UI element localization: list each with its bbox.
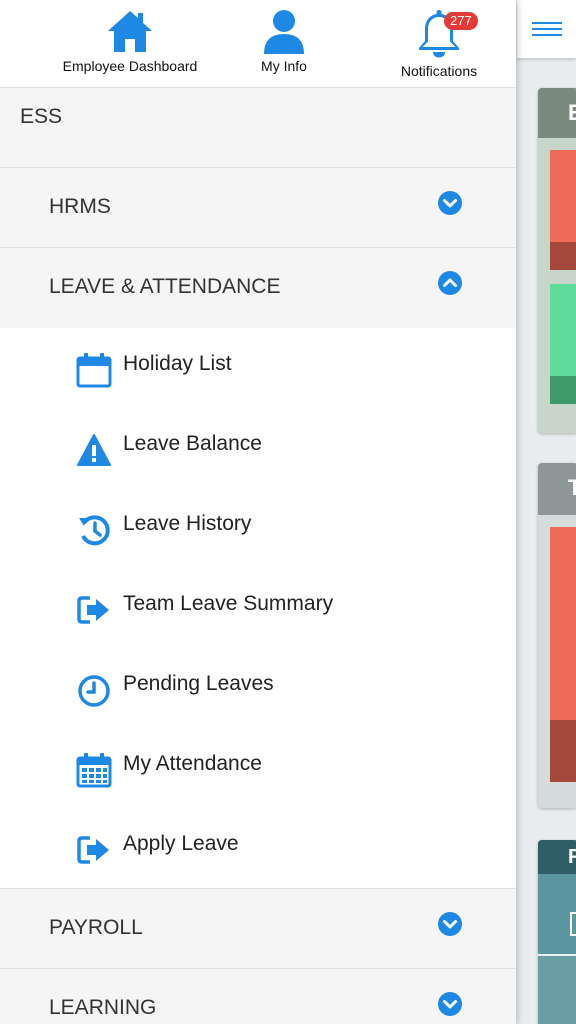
calendar-icon [76,353,112,388]
submenu-item-label: Pending Leaves [123,672,274,695]
user-icon [264,10,304,54]
submenu-item-my-attendance[interactable]: My Attendance [0,728,516,808]
notification-count-badge: 277 [444,12,478,30]
hamburger-icon [531,22,562,36]
my-info-button[interactable]: My Info [234,8,334,74]
submenu-item-label: Holiday List [123,352,232,375]
submenu-item-leave-history[interactable]: Leave History [0,488,516,568]
drawer-topbar: Employee Dashboard My Info 277 Notificat… [0,0,516,88]
employee-dashboard-button[interactable]: Employee Dashboard [40,8,220,74]
submenu-item-apply-leave[interactable]: Apply Leave [0,808,516,888]
home-icon [108,11,152,52]
submenu-item-team-leave-summary[interactable]: Team Leave Summary [0,568,516,648]
dashboard-card: T [538,463,576,808]
submenu-item-label: Leave History [123,512,252,535]
submenu-item-label: Apply Leave [123,832,239,855]
submenu-item-label: My Attendance [123,752,262,775]
menu-group-label: LEAVE & ATTENDANCE [49,275,281,298]
sign-out-icon [77,596,109,624]
menu-group-learning[interactable]: LEARNING [0,969,516,1024]
menu-toggle-button[interactable] [516,0,576,58]
dashboard-card: E [538,88,576,433]
submenu-item-leave-balance[interactable]: Leave Balance [0,408,516,488]
warning-icon [77,434,111,466]
menu-group-hrms[interactable]: HRMS [0,168,516,248]
chevron-down-icon[interactable] [437,190,463,216]
submenu-item-holiday-list[interactable]: Holiday List [0,328,516,408]
chevron-down-icon[interactable] [437,991,463,1017]
history-icon [79,515,110,546]
submenu-item-label: Team Leave Summary [123,592,334,615]
menu-group-label: HRMS [49,195,111,218]
ess-section-header: ESS [0,88,516,168]
my-info-label: My Info [261,58,307,74]
notifications-label: Notifications [400,63,478,79]
calendar-grid-icon [76,753,112,788]
submenu-item-label: Leave Balance [123,432,262,455]
employee-dashboard-label: Employee Dashboard [62,58,198,74]
notifications-button[interactable]: 277 Notifications [384,8,494,79]
chevron-down-icon[interactable] [437,911,463,937]
menu-group-payroll[interactable]: PAYROLL [0,889,516,969]
chevron-up-icon[interactable] [437,270,463,296]
card-tile[interactable] [550,150,576,270]
card-tile[interactable] [550,527,576,782]
menu-group-label: LEARNING [49,996,157,1019]
card-header: E [538,88,576,138]
dashboard-card: F [538,840,576,1024]
card-tile[interactable] [550,284,576,404]
clock-icon [78,675,110,707]
card-header: T [538,463,576,515]
card-header: F [538,840,576,874]
menu-group-leave-attendance[interactable]: LEAVE & ATTENDANCE [0,248,516,328]
navigation-drawer: Employee Dashboard My Info 277 Notificat… [0,0,516,1024]
sign-out-icon [77,836,109,864]
submenu-item-pending-leaves[interactable]: Pending Leaves [0,648,516,728]
menu-group-label: PAYROLL [49,916,143,939]
leave-attendance-submenu: Holiday List Leave Balance Leave History [0,328,516,888]
document-icon [570,912,576,936]
